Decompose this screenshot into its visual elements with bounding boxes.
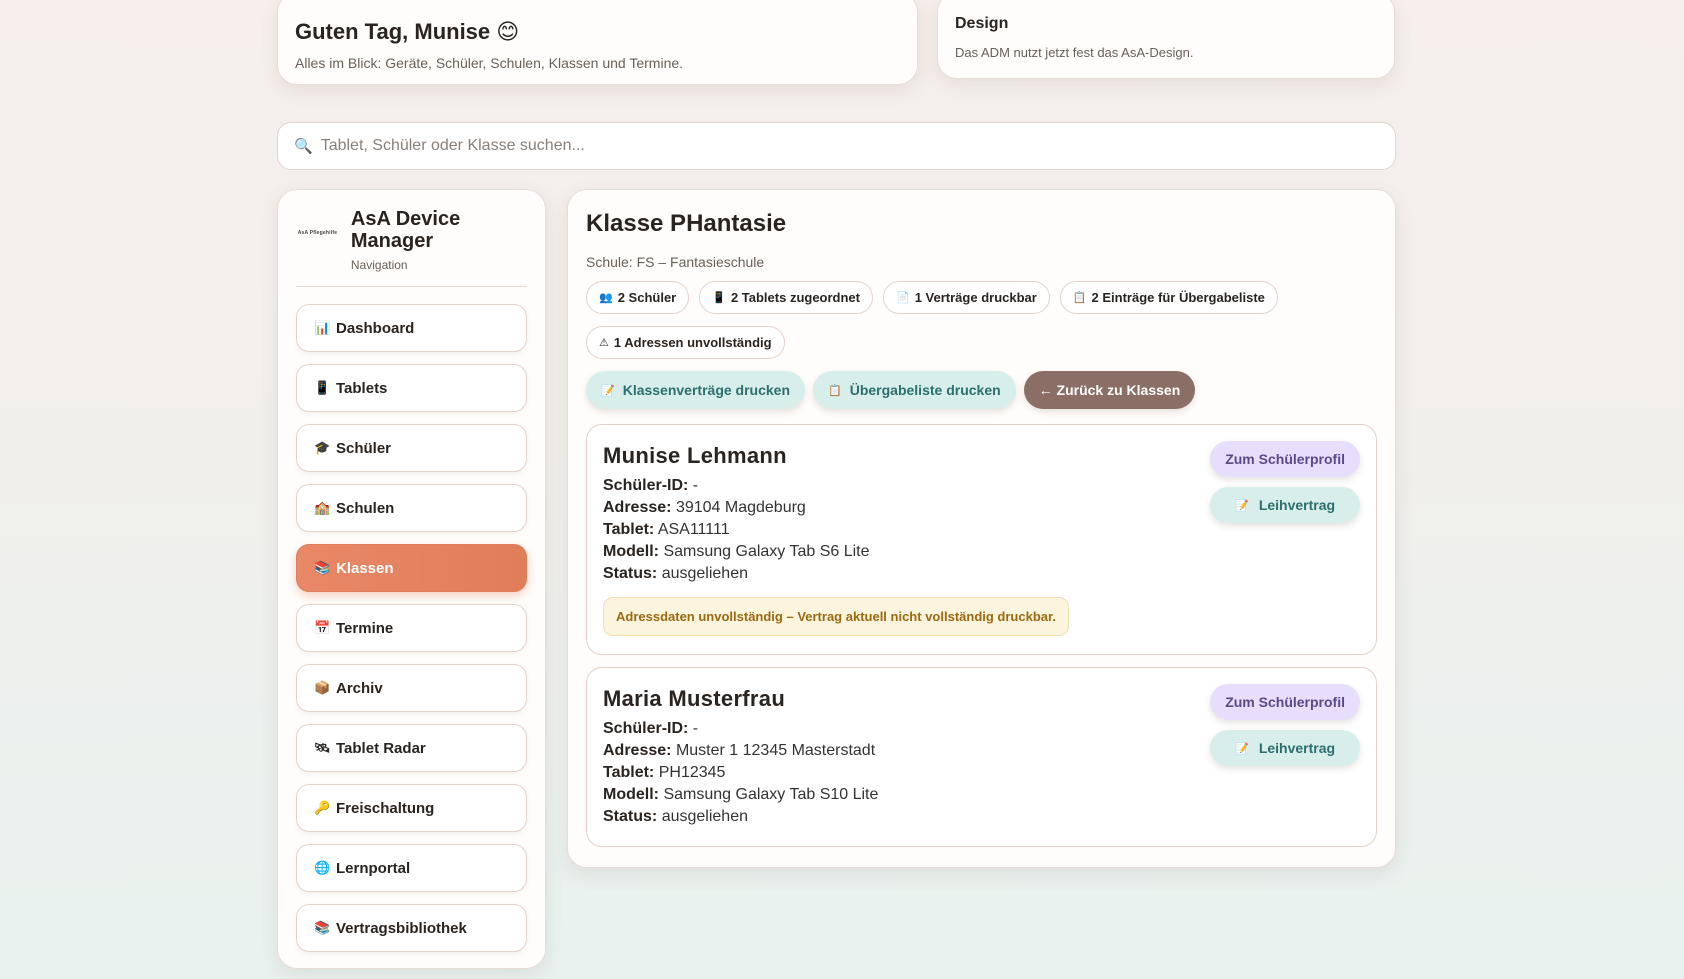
globe-icon: 🌐 [314, 860, 331, 875]
address-warning: Adressdaten unvollständig – Vertrag aktu… [603, 597, 1069, 636]
clipboard-icon: 📋 [1072, 292, 1087, 304]
tablet-icon: 📱 [712, 292, 726, 304]
back-to-classes-button[interactable]: ← Zurück zu Klassen [1023, 371, 1196, 409]
sidebar-item-archiv[interactable]: 📦 Archiv [296, 664, 527, 712]
stats-pills: 👥 2 Schüler 📱 2 Tablets zugeordnet 📄 1 Vert… [586, 281, 1366, 371]
greeting-card: Guten Tag, Munise 😊 Alles im Blick: Gerä… [277, 0, 918, 85]
student-card: Munise Lehmann Schüler-ID: - Adresse: 39… [586, 424, 1377, 655]
student-profile-button[interactable]: Zum Schülerprofil [1210, 684, 1360, 720]
loan-contract-button[interactable]: 📝 Leihvertrag [1210, 487, 1360, 523]
books-icon: 📚 [314, 920, 331, 935]
memo-icon: 📝 [1235, 742, 1249, 755]
people-icon: 👥 [599, 292, 613, 304]
brand: AsA Pflegehilfe AsA Device Manager Navig… [296, 208, 527, 287]
greeting-subtitle: Alles im Blick: Geräte, Schüler, Schulen… [295, 55, 684, 71]
stat-pill-handover: 📋 2 Einträge für Übergabeliste [1059, 281, 1278, 314]
student-card: Maria Musterfrau Schüler-ID: - Adresse: … [586, 667, 1377, 847]
student-model: Modell: Samsung Galaxy Tab S6 Lite [603, 543, 870, 560]
sidebar: AsA Pflegehilfe AsA Device Manager Navig… [277, 189, 546, 969]
logo: AsA Pflegehilfe [297, 230, 338, 236]
sidebar-item-label: Lernportal [336, 859, 411, 877]
design-title: Design [955, 15, 1009, 32]
sidebar-item-freischaltung[interactable]: 🔑 Freischaltung [296, 784, 527, 832]
sidebar-item-label: Archiv [336, 679, 383, 697]
memo-icon: 📝 [601, 384, 615, 397]
sidebar-item-label: Schüler [336, 439, 392, 457]
search-input[interactable] [318, 136, 1379, 156]
student-model: Modell: Samsung Galaxy Tab S10 Lite [603, 786, 879, 803]
sidebar-item-label: Termine [336, 619, 394, 637]
stat-pill-contracts: 📄 1 Verträge druckbar [883, 281, 1050, 314]
sidebar-item-klassen[interactable]: 📚 Klassen [296, 544, 527, 592]
page-title: Klasse PHantasie [586, 210, 787, 237]
sidebar-item-termine[interactable]: 📅 Termine [296, 604, 527, 652]
sidebar-item-label: Klassen [336, 559, 394, 577]
print-class-contracts-button[interactable]: 📝 Klassenverträge drucken [586, 371, 806, 409]
class-detail-panel: Klasse PHantasie Schule: FS – Fantasiesc… [567, 189, 1396, 868]
sidebar-item-label: Tablets [336, 379, 388, 397]
student-profile-button[interactable]: Zum Schülerprofil [1210, 441, 1360, 477]
sidebar-item-tablets[interactable]: 📱 Tablets [296, 364, 527, 412]
memo-icon: 📝 [1235, 499, 1249, 512]
sidebar-item-dashboard[interactable]: 📊 Dashboard [296, 304, 527, 352]
greeting-title: Guten Tag, Munise 😊 [295, 19, 520, 44]
graduate-icon: 🎓 [314, 440, 331, 455]
stat-pill-addresses: ⚠ 1 Adressen unvollständig [586, 326, 785, 359]
sidebar-item-tablet-radar[interactable]: 🛰 Tablet Radar [296, 724, 527, 772]
sidebar-item-label: Vertragsbibliothek [336, 919, 467, 937]
document-icon: 📄 [896, 292, 910, 304]
sidebar-nav: 📊 Dashboard 📱 Tablets 🎓 Schüler 🏫 Schulen 📚 K… [296, 304, 527, 952]
design-card: Design Das ADM nutzt jetzt fest das AsA-… [937, 0, 1395, 79]
key-icon: 🔑 [314, 800, 331, 815]
sidebar-item-lernportal[interactable]: 🌐 Lernportal [296, 844, 527, 892]
chart-icon: 📊 [314, 320, 331, 335]
sidebar-item-schulen[interactable]: 🏫 Schulen [296, 484, 527, 532]
class-actions: 📝 Klassenverträge drucken 📋 Übergabeliste … [586, 371, 1377, 409]
school-info: Schule: FS – Fantasieschule [586, 254, 765, 270]
school-icon: 🏫 [314, 500, 331, 515]
sidebar-item-label: Tablet Radar [336, 739, 426, 757]
tablet-icon: 📱 [314, 380, 331, 395]
warning-icon: ⚠ [599, 337, 609, 349]
stat-pill-students: 👥 2 Schüler [586, 281, 690, 314]
student-status: Status: ausgeliehen [603, 565, 748, 582]
stat-pill-tablets: 📱 2 Tablets zugeordnet [699, 281, 873, 314]
search-bar[interactable]: 🔍 [277, 122, 1396, 170]
search-icon: 🔍 [294, 138, 313, 155]
design-text: Das ADM nutzt jetzt fest das AsA-Design. [955, 45, 1194, 60]
sidebar-item-label: Schulen [336, 499, 395, 517]
loan-contract-button[interactable]: 📝 Leihvertrag [1210, 730, 1360, 766]
clipboard-icon: 📋 [828, 384, 842, 397]
brand-title: AsA Device Manager [350, 208, 461, 252]
sidebar-item-vertragsbibliothek[interactable]: 📚 Vertragsbibliothek [296, 904, 527, 952]
sidebar-item-schueler[interactable]: 🎓 Schüler [296, 424, 527, 472]
calendar-icon: 📅 [314, 620, 331, 635]
sidebar-item-label: Dashboard [336, 319, 415, 337]
sidebar-item-label: Freischaltung [336, 799, 435, 817]
print-handover-list-button[interactable]: 📋 Übergabeliste drucken [813, 371, 1016, 409]
satellite-icon: 🛰 [314, 740, 331, 755]
student-status: Status: ausgeliehen [603, 808, 748, 825]
books-icon: 📚 [314, 560, 331, 575]
brand-subtitle: Navigation [350, 258, 408, 272]
package-icon: 📦 [314, 680, 331, 695]
